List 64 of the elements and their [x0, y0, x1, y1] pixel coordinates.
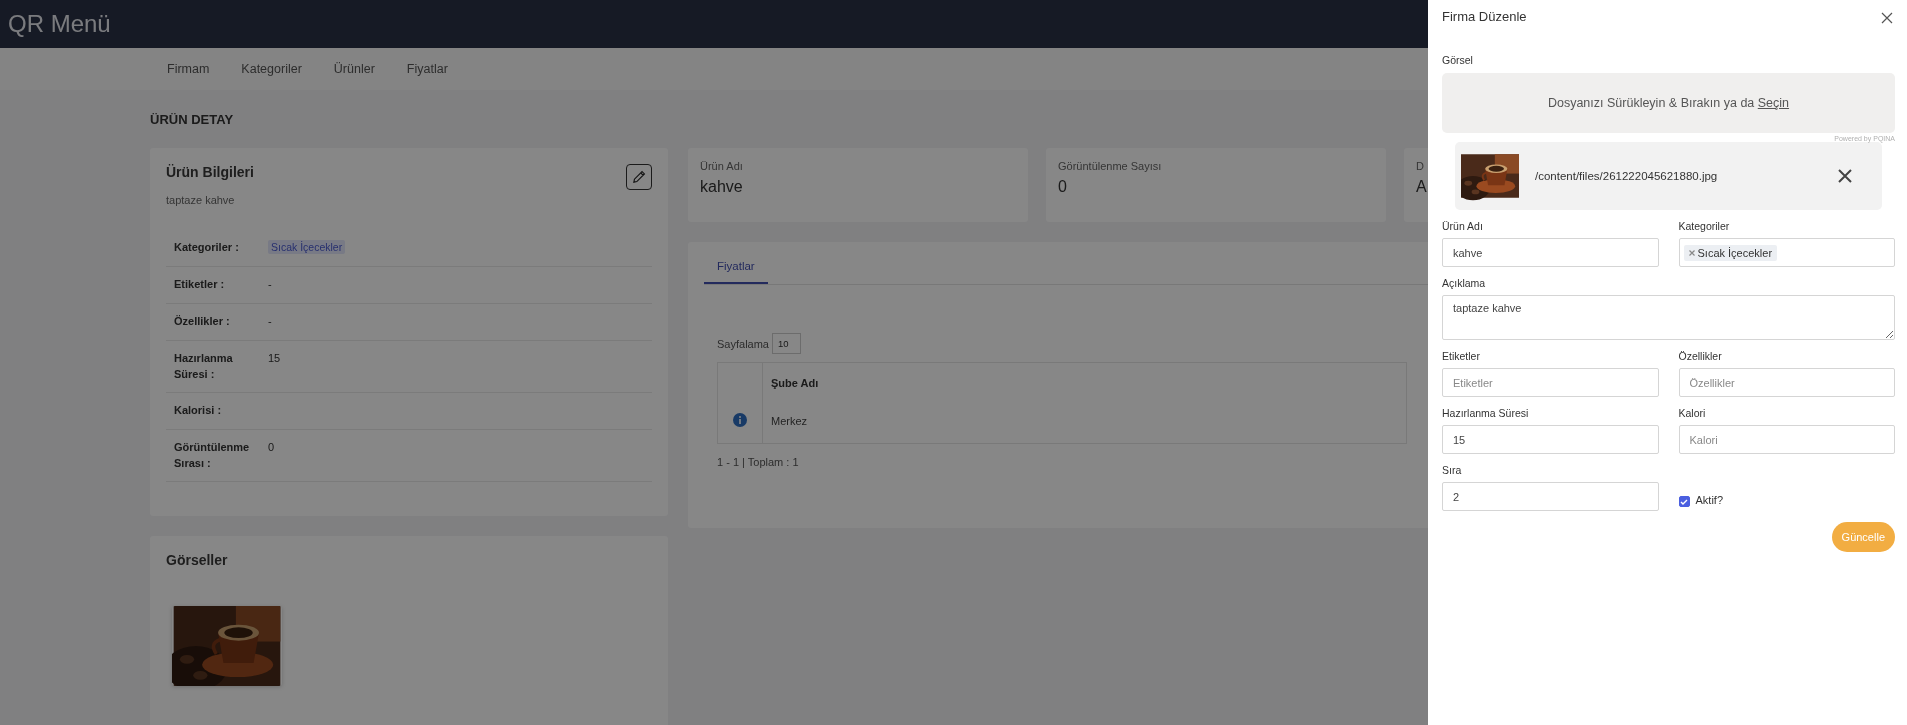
input-field[interactable]: Özellikler — [1678, 368, 1895, 397]
page-size-label: Sayfalama — [717, 337, 769, 350]
page-title: ÜRÜN DETAY — [150, 112, 235, 128]
field-label: Etiketler — [1442, 350, 1481, 362]
field-label: Görsel — [1442, 54, 1474, 66]
column-header: Şube Adı — [762, 362, 1407, 409]
page-size-select[interactable]: 10 — [772, 333, 801, 354]
checkbox-label: Aktif? — [1695, 494, 1723, 506]
close-button[interactable] — [1881, 12, 1895, 26]
app-title: QR Menü — [8, 10, 111, 38]
edit-button[interactable] — [626, 164, 652, 190]
close-icon — [1838, 169, 1852, 183]
field-label: Özellikler : — [174, 314, 231, 329]
description-text: taptaze kahve — [166, 194, 236, 206]
nav-link[interactable]: Kategoriler — [241, 62, 302, 76]
field-label: Görüntülenme Sırası : — [174, 440, 251, 471]
stat-value: kahve — [700, 178, 744, 196]
tag-chip: Sıcak İçecekler — [1683, 244, 1778, 261]
field-label: Kalorisi : — [174, 403, 223, 418]
tag-input-field[interactable]: Sıcak İçecekler — [1678, 238, 1895, 267]
info-icon[interactable] — [733, 413, 747, 427]
remove-file-button[interactable] — [1838, 169, 1852, 183]
dropzone-text: Dosyanızı Sürükleyin & Bırakın ya da Seçin — [1547, 96, 1790, 110]
field-value: - — [268, 315, 272, 327]
field-label: Sıra — [1442, 464, 1463, 476]
checkbox[interactable] — [1678, 496, 1690, 507]
card-title: Ürün Bilgileri — [166, 164, 254, 180]
field-label: Hazırlanma Süresi — [1442, 407, 1530, 419]
stat-value: 0 — [1058, 178, 1068, 196]
close-icon — [1881, 12, 1893, 24]
stat-label: Görüntülenme Sayısı — [1058, 160, 1163, 172]
input-field[interactable]: 2 — [1442, 482, 1659, 511]
nav-link[interactable]: Fiyatlar — [406, 62, 448, 76]
file-name: /content/files/261222045621880.jpg — [1535, 170, 1719, 182]
field-label: Özellikler — [1678, 350, 1723, 362]
check-icon — [1680, 497, 1688, 506]
tab[interactable]: Fiyatlar — [704, 260, 768, 284]
input-field[interactable]: Etiketler — [1442, 368, 1659, 397]
field-label: Açıklama — [1442, 277, 1487, 289]
table-cell: Merkez — [762, 409, 1407, 444]
field-label: Kategoriler — [1678, 220, 1731, 232]
file-dropzone[interactable]: Dosyanızı Sürükleyin & Bırakın ya da Seçin — [1442, 73, 1895, 133]
field-label: Hazırlanma Süresi : — [174, 351, 234, 382]
stat-label: Ürün Adı — [700, 160, 744, 172]
input-field[interactable]: Kalori — [1678, 425, 1895, 454]
nav-link[interactable]: Firmam — [167, 62, 210, 76]
card-title: Görseller — [166, 552, 229, 568]
stat-value: A — [1416, 178, 1428, 196]
field-value: - — [268, 278, 272, 290]
field-label: Etiketler : — [174, 277, 226, 292]
nav-link[interactable]: Ürünler — [333, 62, 375, 76]
category-tag: Sıcak İçecekler — [268, 240, 346, 254]
field-label: Ürün Adı — [1442, 220, 1484, 232]
input-field[interactable]: 15 — [1442, 425, 1659, 454]
remove-icon[interactable] — [1688, 249, 1695, 256]
input-field[interactable]: kahve — [1442, 238, 1659, 267]
pencil-icon — [632, 170, 646, 184]
stat-label: D — [1416, 160, 1425, 172]
drawer-title: Firma Düzenle — [1442, 8, 1527, 24]
field-label: Kalori — [1678, 407, 1707, 419]
field-label: Kategoriler : — [174, 240, 240, 255]
pagination-info: 1 - 1 | Toplam : 1 — [717, 456, 800, 468]
choose-link[interactable]: Seçin — [1757, 96, 1790, 110]
textarea-field[interactable]: taptaze kahve — [1442, 295, 1895, 340]
